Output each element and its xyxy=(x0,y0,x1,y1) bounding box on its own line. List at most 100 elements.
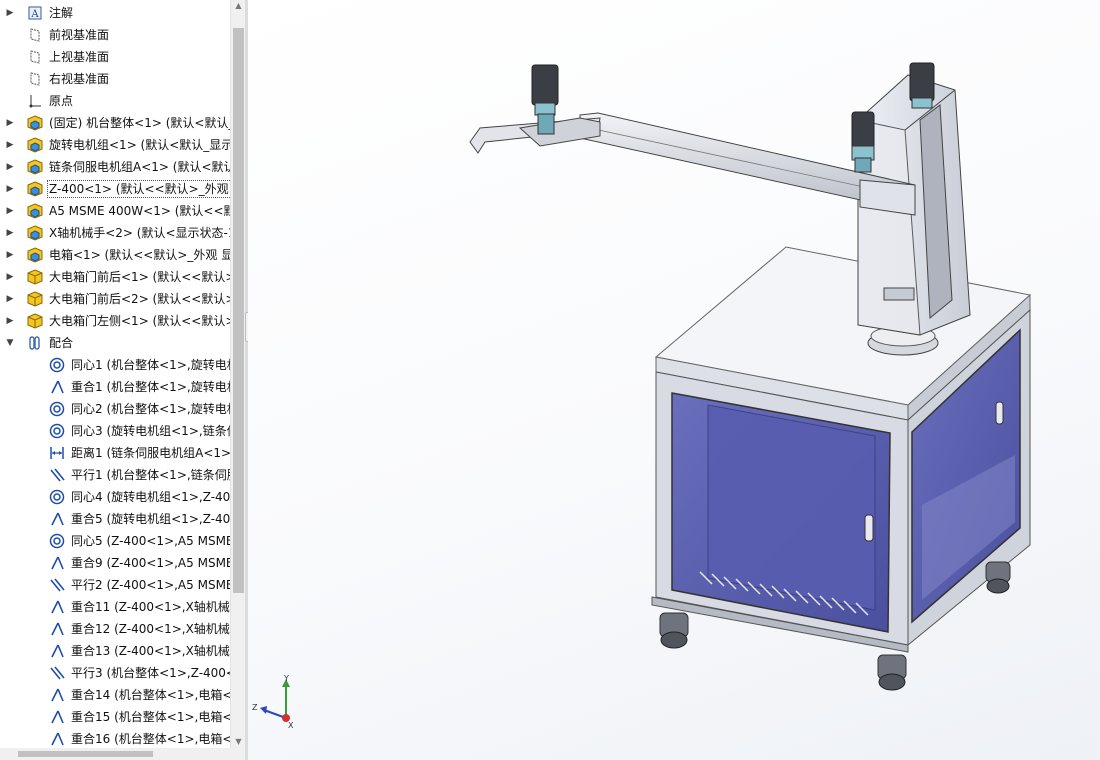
tree-item-label: 平行3 (机台整体<1>,Z-400<1>) xyxy=(71,666,230,680)
svg-text:A: A xyxy=(30,9,39,20)
plane-icon xyxy=(26,48,44,66)
tree-item-label: 重合15 (机台整体<1>,电箱<1>) xyxy=(71,710,230,724)
chevron-right-icon[interactable]: ▶ xyxy=(5,266,15,288)
tree-item-label: 前视基准面 xyxy=(49,28,110,42)
tree-item-label: 注解 xyxy=(49,6,74,20)
part-icon xyxy=(26,312,44,330)
tree-item-label: 重合1 (机台整体<1>,旋转电机组< xyxy=(71,380,230,394)
scroll-down-icon[interactable]: ▼ xyxy=(231,736,246,748)
tree-item[interactable]: 上视基准面 xyxy=(0,46,230,68)
chevron-right-icon[interactable]: ▶ xyxy=(5,156,15,178)
chevron-right-icon[interactable]: ▶ xyxy=(5,244,15,266)
tree-item-label: 同心3 (旋转电机组<1>,链条伺服电 xyxy=(71,424,230,438)
assembly-icon xyxy=(26,180,44,198)
tree-item[interactable]: ▶ 旋转电机组<1> (默认<默认_显示状 xyxy=(0,134,230,156)
scrollbar-thumb[interactable] xyxy=(233,28,244,593)
assembly-icon xyxy=(26,114,44,132)
tree-item-label: 重合16 (机台整体<1>,电箱<1>) xyxy=(71,732,230,746)
tree-item[interactable]: 平行2 (Z-400<1>,A5 MSME 400 xyxy=(0,574,230,596)
tree-item[interactable]: 同心3 (旋转电机组<1>,链条伺服电 xyxy=(0,420,230,442)
tree-item[interactable]: 重合5 (旋转电机组<1>,Z-400<1>) xyxy=(0,508,230,530)
concentric-icon xyxy=(48,532,66,550)
tree-item[interactable]: 同心1 (机台整体<1>,旋转电机组< xyxy=(0,354,230,376)
tree-item[interactable]: 同心2 (机台整体<1>,旋转电机组< xyxy=(0,398,230,420)
tree-item[interactable]: ▶ X轴机械手<2> (默认<显示状态-1> xyxy=(0,222,230,244)
chevron-right-icon[interactable]: ▶ xyxy=(5,134,15,156)
tree-item-label: 大电箱门左侧<1> (默认<<默认>_外 xyxy=(49,314,230,328)
annotation-icon: A xyxy=(26,4,44,22)
caster-back-right xyxy=(985,561,1011,594)
tree-item[interactable]: ▶ 大电箱门左侧<1> (默认<<默认>_外 xyxy=(0,310,230,332)
tree-item[interactable]: 重合14 (机台整体<1>,电箱<1>) xyxy=(0,684,230,706)
tree-item[interactable]: ▶ 电箱<1> (默认<<默认>_外观 显示 xyxy=(0,244,230,266)
tree-item-label: 旋转电机组<1> (默认<默认_显示状 xyxy=(49,138,230,152)
distance-icon xyxy=(48,444,66,462)
tree-item-label: 电箱<1> (默认<<默认>_外观 显示 xyxy=(49,248,230,262)
chevron-down-icon[interactable]: ▼ xyxy=(5,332,15,354)
tree-item-label: 重合12 (Z-400<1>,X轴机械手<2 xyxy=(71,622,230,636)
coincident-icon xyxy=(48,642,66,660)
3d-viewport[interactable]: Y Z X xyxy=(248,0,1100,760)
tree-item[interactable]: ▶ 链条伺服电机组A<1> (默认<默认_ xyxy=(0,156,230,178)
horizontal-scrollbar[interactable] xyxy=(0,748,245,760)
post-motor-1 xyxy=(909,62,935,109)
tree-item[interactable]: 平行1 (机台整体<1>,链条伺服电机 xyxy=(0,464,230,486)
tree-item[interactable]: ▼ 配合 xyxy=(0,332,230,354)
tree-item-label: X轴机械手<2> (默认<显示状态-1> xyxy=(49,226,230,240)
tree-item[interactable]: ▶ Z-400<1> (默认<<默认>_外观 显示 xyxy=(0,178,230,200)
chevron-right-icon[interactable]: ▶ xyxy=(5,178,15,200)
tree-item[interactable]: ▶ (固定) 机台整体<1> (默认<默认_显 xyxy=(0,112,230,134)
chevron-right-icon[interactable]: ▶ xyxy=(5,112,15,134)
assembly-icon xyxy=(26,224,44,242)
triad-x-label: X xyxy=(288,721,294,730)
door-handle-front xyxy=(864,514,874,542)
concentric-icon xyxy=(48,356,66,374)
chevron-right-icon[interactable]: ▶ xyxy=(5,288,15,310)
part-icon xyxy=(26,268,44,286)
gripper-block xyxy=(518,117,601,147)
tree-item[interactable]: 距离1 (链条伺服电机组A<1>,Z-40 xyxy=(0,442,230,464)
tree-item[interactable]: ▶ 大电箱门前后<1> (默认<<默认>_外 xyxy=(0,266,230,288)
tree-item[interactable]: 重合11 (Z-400<1>,X轴机械手<2 xyxy=(0,596,230,618)
tree-item[interactable]: 重合12 (Z-400<1>,X轴机械手<2 xyxy=(0,618,230,640)
tree-item-label: 原点 xyxy=(49,94,74,108)
cabinet-front-inner xyxy=(707,404,876,611)
chevron-right-icon[interactable]: ▶ xyxy=(5,222,15,244)
horizontal-scrollbar-thumb[interactable] xyxy=(18,751,153,757)
origin-icon xyxy=(26,92,44,110)
triad-y-label: Y xyxy=(283,674,289,683)
tree-item[interactable]: ▶ A 注解 xyxy=(0,2,230,24)
tree-item[interactable]: ▶ 大电箱门前后<2> (默认<<默认>_外 xyxy=(0,288,230,310)
tree-item-label: 大电箱门前后<1> (默认<<默认>_外 xyxy=(49,270,230,284)
feature-tree-scrollbar[interactable]: ▲ ▼ xyxy=(230,0,246,760)
tree-item[interactable]: ▶ A5 MSME 400W<1> (默认<<默认> xyxy=(0,200,230,222)
tree-item-label: 配合 xyxy=(49,336,74,350)
tree-item[interactable]: 重合15 (机台整体<1>,电箱<1>) xyxy=(0,706,230,728)
part-icon xyxy=(26,290,44,308)
tree-item[interactable]: 重合9 (Z-400<1>,A5 MSME 400 xyxy=(0,552,230,574)
concentric-icon xyxy=(48,422,66,440)
tree-item-label: 平行1 (机台整体<1>,链条伺服电机 xyxy=(71,468,230,482)
door-handle-side xyxy=(995,401,1004,425)
tree-item[interactable]: 前视基准面 xyxy=(0,24,230,46)
tree-item[interactable]: 右视基准面 xyxy=(0,68,230,90)
chevron-right-icon[interactable]: ▶ xyxy=(5,200,15,222)
chevron-right-icon[interactable]: ▶ xyxy=(5,2,15,24)
assembly-icon xyxy=(26,246,44,264)
tree-item[interactable]: 平行3 (机台整体<1>,Z-400<1>) xyxy=(0,662,230,684)
feature-tree[interactable]: ▶ A 注解前视基准面上视基准面 右视基准面原点 ▶ (固定) 机台整体<1> (默认<默… xyxy=(0,0,230,760)
tree-item-label: 同心5 (Z-400<1>,A5 MSME 400 xyxy=(71,534,230,548)
concentric-icon xyxy=(48,488,66,506)
chevron-right-icon[interactable]: ▶ xyxy=(5,310,15,332)
scroll-up-icon[interactable]: ▲ xyxy=(231,0,246,12)
tree-item[interactable]: 重合1 (机台整体<1>,旋转电机组< xyxy=(0,376,230,398)
tree-item[interactable]: 同心4 (旋转电机组<1>,Z-400<1>) xyxy=(0,486,230,508)
tree-item[interactable]: 同心5 (Z-400<1>,A5 MSME 400 xyxy=(0,530,230,552)
mates-icon xyxy=(26,334,44,352)
tree-item[interactable]: 重合16 (机台整体<1>,电箱<1>) xyxy=(0,728,230,750)
tree-item[interactable]: 重合13 (Z-400<1>,X轴机械手<2 xyxy=(0,640,230,662)
tree-item-label: 同心4 (旋转电机组<1>,Z-400<1>) xyxy=(71,490,230,504)
tree-item[interactable]: 原点 xyxy=(0,90,230,112)
machine-model[interactable] xyxy=(248,0,1100,760)
tree-item-label: Z-400<1> (默认<<默认>_外观 显示 xyxy=(46,180,230,198)
